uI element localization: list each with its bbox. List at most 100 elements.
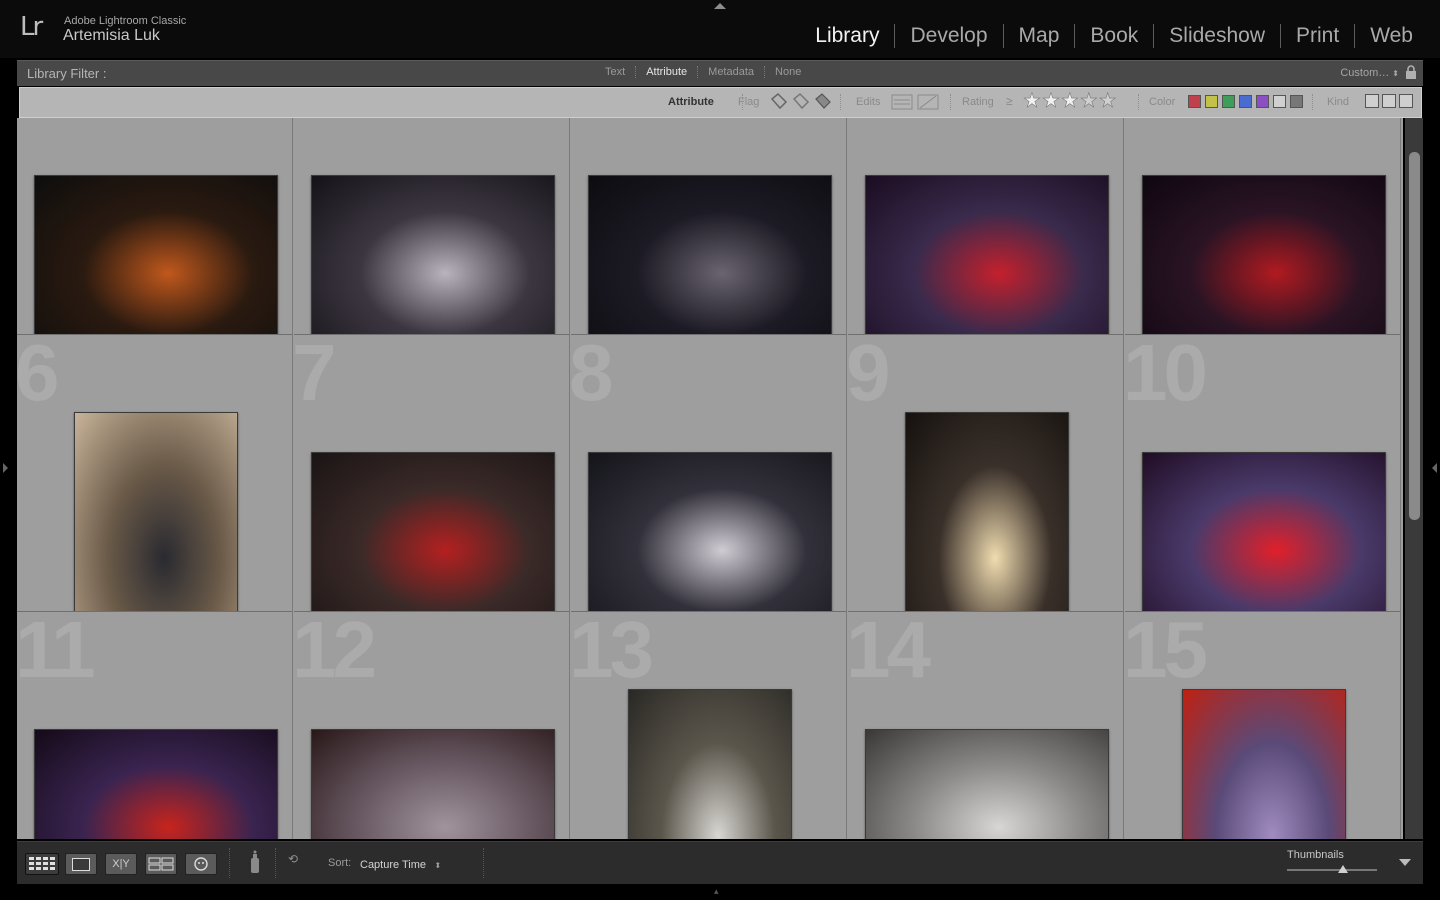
kind-virtual-copies-icon[interactable]: [1382, 94, 1396, 108]
photo-thumbnail[interactable]: [74, 412, 238, 611]
grid-scrollbar-thumb[interactable]: [1409, 152, 1420, 520]
cell-index-number: 12: [294, 612, 377, 694]
color-label-swatch-3[interactable]: [1222, 95, 1235, 108]
app-name: Adobe Lightroom Classic: [64, 15, 187, 27]
photo-thumbnail[interactable]: [34, 729, 278, 839]
thumbnail-size-slider[interactable]: [1287, 869, 1377, 871]
filmstrip-collapsed: ▴: [0, 884, 1440, 900]
cell-index-number: 10: [1125, 335, 1208, 417]
cell-index-number: 13: [571, 612, 654, 694]
edits-filters[interactable]: [890, 92, 942, 112]
module-print[interactable]: Print: [1280, 24, 1354, 48]
grid-cell[interactable]: ★★★: [17, 118, 293, 335]
module-map[interactable]: Map: [1002, 24, 1075, 48]
filter-tabs: Text Attribute Metadata None: [595, 66, 811, 78]
expand-left-panel-icon[interactable]: [3, 463, 8, 473]
module-library[interactable]: Library: [800, 24, 894, 48]
separator: [840, 94, 842, 110]
flag-picked-icon[interactable]: [770, 92, 788, 110]
grid-cell[interactable]: 12: [294, 612, 570, 839]
compare-view-icon[interactable]: X|Y: [105, 853, 137, 875]
painter-spray-can-icon[interactable]: [247, 850, 263, 876]
grid-cell[interactable]: 9★★★: [848, 335, 1124, 612]
people-view-icon[interactable]: [185, 853, 217, 875]
filter-preset-dropdown[interactable]: Custom… ⬍: [1340, 67, 1399, 79]
photo-thumbnail[interactable]: [1142, 175, 1386, 334]
module-slideshow[interactable]: Slideshow: [1153, 24, 1280, 48]
photo-thumbnail[interactable]: [311, 175, 555, 334]
grid-view-icon[interactable]: [25, 853, 59, 875]
module-web[interactable]: Web: [1354, 24, 1428, 48]
color-label-swatch-1[interactable]: [1188, 95, 1201, 108]
filter-tab-attribute[interactable]: Attribute: [635, 66, 697, 78]
grid-cell[interactable]: ★★★: [294, 118, 570, 335]
toolbar-content-menu-icon[interactable]: [1399, 859, 1411, 866]
rating-stars[interactable]: ★ ★ ★ ★ ★: [1023, 90, 1118, 113]
photo-thumbnail[interactable]: [1182, 689, 1346, 839]
cell-index-number: 11: [17, 612, 96, 694]
cell-index-number: 6: [17, 335, 59, 417]
grid-cell[interactable]: 13: [571, 612, 847, 839]
grid-cell[interactable]: ★★★: [1125, 118, 1401, 335]
photo-thumbnail[interactable]: [588, 175, 832, 334]
photo-thumbnail[interactable]: [588, 452, 832, 611]
filter-tab-metadata[interactable]: Metadata: [697, 66, 764, 78]
thumbnail-size-slider-knob[interactable]: [1338, 865, 1348, 873]
rating-star-5[interactable]: ★: [1098, 90, 1117, 113]
grid-cell[interactable]: ★★★: [571, 118, 847, 335]
grid-cell[interactable]: 10★★★: [1125, 335, 1401, 612]
separator: [950, 94, 952, 110]
kind-videos-icon[interactable]: [1399, 94, 1413, 108]
module-book[interactable]: Book: [1074, 24, 1153, 48]
rating-star-3[interactable]: ★: [1061, 90, 1080, 113]
expand-right-panel-icon[interactable]: [1432, 463, 1437, 473]
color-label-swatch-7[interactable]: [1290, 95, 1303, 108]
lock-icon[interactable]: [1405, 65, 1417, 79]
collapse-top-panel-icon[interactable]: [714, 3, 726, 9]
grid-cell[interactable]: 11: [17, 612, 293, 839]
photo-thumbnail[interactable]: [1142, 452, 1386, 611]
dropdown-arrows-icon: ⬍: [434, 861, 442, 870]
photo-thumbnail[interactable]: [865, 729, 1109, 839]
sort-dropdown[interactable]: Capture Time ⬍: [360, 855, 441, 873]
unedited-icon[interactable]: [917, 94, 939, 110]
photo-thumbnail[interactable]: [34, 175, 278, 334]
photo-thumbnail[interactable]: [311, 452, 555, 611]
grid-cell[interactable]: 14: [848, 612, 1124, 839]
library-filter-label: Library Filter :: [27, 66, 107, 81]
color-label-swatch-6[interactable]: [1273, 95, 1286, 108]
separator: [1138, 94, 1140, 110]
kind-master-photos-icon[interactable]: [1365, 94, 1379, 108]
expand-filmstrip-icon[interactable]: ▴: [714, 886, 719, 897]
rating-star-2[interactable]: ★: [1042, 90, 1061, 113]
color-label-swatch-2[interactable]: [1205, 95, 1218, 108]
library-toolbar: X|Y ⟲ Sort: Capture Time ⬍ Thumbnails: [17, 841, 1423, 884]
photo-thumbnail[interactable]: [865, 175, 1109, 334]
photo-thumbnail[interactable]: [628, 689, 792, 839]
grid-cell[interactable]: 15: [1125, 612, 1401, 839]
grid-cell[interactable]: 8★★★: [571, 335, 847, 612]
cell-index-number: 14: [848, 612, 931, 694]
module-develop[interactable]: Develop: [894, 24, 1002, 48]
filter-tab-none[interactable]: None: [764, 66, 811, 78]
rating-operator[interactable]: ≥: [1006, 94, 1013, 108]
photo-thumbnail[interactable]: [311, 729, 555, 839]
rating-star-1[interactable]: ★: [1023, 90, 1042, 113]
flag-filters[interactable]: [768, 91, 834, 113]
flag-rejected-icon[interactable]: [815, 93, 831, 109]
library-filter-bar: Library Filter : Text Attribute Metadata…: [17, 60, 1423, 86]
photo-thumbnail[interactable]: [905, 412, 1069, 611]
color-label-swatch-5[interactable]: [1256, 95, 1269, 108]
filter-tab-text[interactable]: Text: [595, 66, 635, 78]
grid-cell[interactable]: 7★★★: [294, 335, 570, 612]
loupe-view-icon[interactable]: [65, 853, 97, 875]
grid-cell[interactable]: 6★★★: [17, 335, 293, 612]
rating-star-4[interactable]: ★: [1080, 90, 1099, 113]
color-label-swatch-4[interactable]: [1239, 95, 1252, 108]
attribute-title: Attribute: [668, 96, 714, 108]
survey-view-icon[interactable]: [145, 853, 177, 875]
sort-direction-icon[interactable]: ⟲: [288, 852, 298, 866]
flag-unflagged-icon[interactable]: [792, 92, 810, 110]
edited-icon[interactable]: [891, 94, 913, 110]
grid-cell[interactable]: ★★★: [848, 118, 1124, 335]
